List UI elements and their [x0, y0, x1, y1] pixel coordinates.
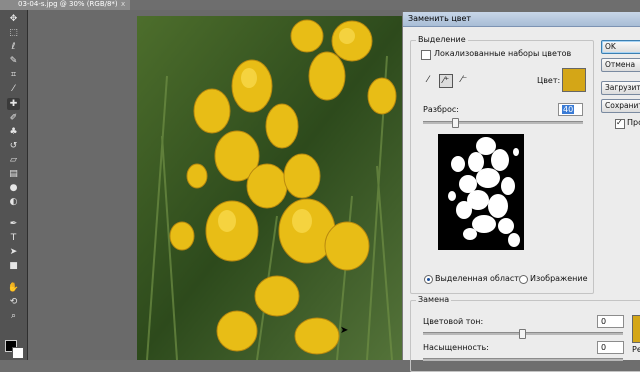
load-button[interactable]: Загрузить... — [601, 81, 640, 95]
cancel-button[interactable]: Отмена — [601, 58, 640, 72]
brush-icon[interactable]: ✐ — [7, 112, 20, 124]
gradient-icon[interactable]: ▤ — [7, 168, 20, 180]
mouse-cursor-icon: ➤ — [340, 325, 349, 336]
eraser-icon[interactable]: ▱ — [7, 154, 20, 166]
type-icon[interactable]: T — [7, 232, 20, 244]
color-label: Цвет: — [537, 76, 561, 85]
crop-icon[interactable]: ⌗ — [7, 69, 20, 81]
eyedropper-icon[interactable]: ⁄ — [422, 74, 434, 86]
preview-label: Просмотр — [627, 118, 640, 127]
radio-image[interactable] — [519, 275, 528, 284]
dodge-icon[interactable]: ◐ — [7, 196, 20, 208]
document-tab-title: 03-04-s.jpg @ 30% (RGB/8*) — [18, 0, 118, 8]
radio-image-label: Изображение — [530, 274, 588, 283]
hue-input[interactable]: 0 — [597, 315, 624, 328]
marquee-icon[interactable]: ⬚ — [7, 27, 20, 39]
replace-color-dialog: Заменить цвет Выделение Локализованные н… — [402, 12, 640, 372]
result-swatch[interactable] — [632, 315, 640, 343]
healing-icon[interactable]: ✚ — [7, 98, 20, 110]
fuzziness-value: 40 — [562, 105, 575, 114]
lasso-icon[interactable]: ℓ — [7, 41, 20, 53]
replacement-legend: Замена — [416, 295, 452, 304]
clone-stamp-icon[interactable]: ♣ — [7, 126, 20, 138]
eyedropper-plus-icon[interactable]: ⁄⁺ — [439, 74, 453, 88]
dialog-title: Заменить цвет — [408, 14, 472, 23]
fuzziness-label: Разброс: — [423, 105, 459, 114]
history-brush-icon[interactable]: ↺ — [7, 140, 20, 152]
color-swatch[interactable] — [562, 68, 586, 92]
fuzziness-slider-thumb[interactable] — [452, 118, 459, 128]
eyedropper-minus-icon[interactable]: ⁄⁻ — [458, 74, 470, 86]
selection-preview — [438, 134, 524, 250]
localized-colors-label: Локализованные наборы цветов — [434, 49, 572, 58]
blur-icon[interactable]: ● — [7, 182, 20, 194]
rotate-icon[interactable]: ⟲ — [7, 296, 20, 308]
localized-colors-checkbox[interactable] — [421, 50, 431, 60]
result-label: Ре — [632, 345, 640, 354]
quick-select-icon[interactable]: ✎ — [7, 55, 20, 67]
radio-selection-label: Выделенная область — [435, 274, 524, 283]
close-tab-button[interactable]: x — [121, 0, 125, 8]
ok-button[interactable]: OK — [601, 40, 640, 54]
selection-group: Выделение Локализованные наборы цветов ⁄… — [410, 35, 594, 294]
save-button[interactable]: Сохранить... — [601, 99, 640, 113]
radio-selection[interactable] — [424, 275, 433, 284]
eyedropper-icon[interactable]: ⁄ — [7, 83, 20, 95]
fuzziness-input[interactable]: 40 — [558, 103, 583, 116]
move-icon[interactable]: ✥ — [7, 13, 20, 25]
replacement-group: Замена Цветовой тон: 0 Насыщенность: 0 Р… — [410, 295, 640, 372]
fuzziness-slider[interactable] — [423, 121, 583, 124]
saturation-input[interactable]: 0 — [597, 341, 624, 354]
preview-checkbox[interactable]: ✓ — [615, 118, 625, 129]
hue-slider-thumb[interactable] — [519, 329, 526, 339]
hue-label: Цветовой тон: — [423, 317, 484, 326]
path-select-icon[interactable]: ➤ — [7, 246, 20, 258]
hand-icon[interactable]: ✋ — [7, 282, 20, 294]
background-color-swatch[interactable] — [12, 347, 24, 359]
shape-icon[interactable]: ■ — [7, 260, 20, 272]
dialog-title-bar[interactable]: Заменить цвет — [403, 12, 640, 27]
selection-mask-image — [448, 137, 520, 247]
flower-photo[interactable] — [137, 16, 408, 360]
saturation-value: 0 — [601, 343, 607, 352]
tools-panel: ✥ ⬚ ℓ ✎ ⌗ ⁄ ✚ ✐ ♣ ↺ ▱ ▤ ● ◐ ✒ T ➤ ■ ✋ ⟲ … — [0, 10, 28, 360]
selection-legend: Выделение — [416, 35, 468, 44]
hue-value: 0 — [601, 317, 607, 326]
zoom-icon[interactable]: ⌕ — [7, 310, 20, 322]
pen-icon[interactable]: ✒ — [7, 218, 20, 230]
photo-image — [137, 16, 408, 360]
saturation-label: Насыщенность: — [423, 343, 489, 352]
